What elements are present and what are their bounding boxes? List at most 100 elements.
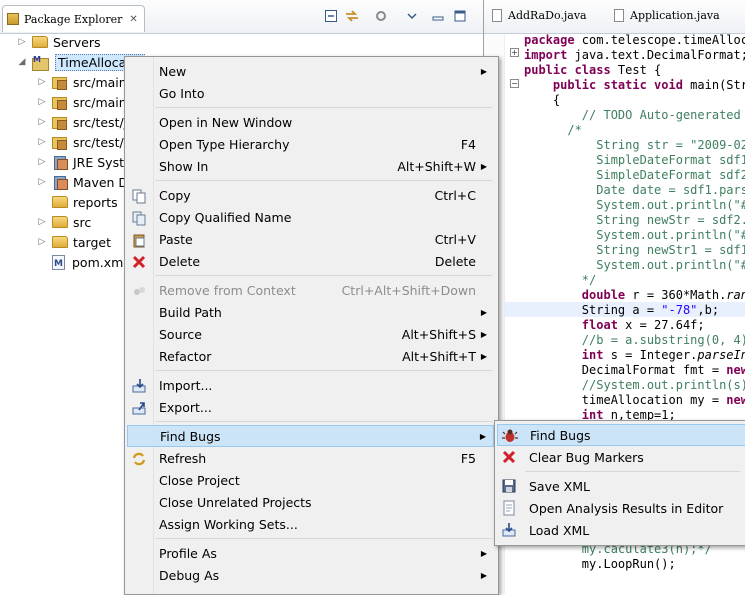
- submenu-arrow-icon: ▶: [480, 66, 487, 76]
- menu-item-label: Delete: [159, 253, 201, 269]
- menu-item-label: Copy: [159, 187, 191, 203]
- code-line: double r = 360*Math.rand: [524, 288, 745, 303]
- menu-item-copy-qualified-name[interactable]: Copy Qualified Name: [127, 206, 494, 228]
- package-explorer-tabbar: Package Explorer ✕: [0, 0, 483, 34]
- tree-item[interactable]: ▷ src/main/: [36, 72, 131, 92]
- code-line: String newStr = sdf2.f: [524, 213, 745, 228]
- submenu-item-find-bugs[interactable]: Find Bugs: [497, 424, 745, 446]
- menu-item-import[interactable]: Import...: [127, 374, 494, 396]
- collapse-all-icon[interactable]: [323, 8, 339, 24]
- code-token: String a =: [524, 303, 662, 317]
- code-line: public static void main(Stri: [524, 78, 745, 93]
- menu-item-label: Show In: [159, 158, 209, 174]
- menu-item-debug-as[interactable]: Debug As ▶: [127, 564, 494, 586]
- editor-tab-addrado[interactable]: AddRaDo.java: [492, 9, 587, 22]
- code-line: SimpleDateFormat sdf1: [524, 153, 745, 168]
- chevron-down-icon[interactable]: [404, 8, 420, 24]
- close-icon[interactable]: ✕: [129, 14, 137, 25]
- package-explorer-tab-label: Package Explorer: [24, 12, 123, 26]
- java-file-icon: [492, 9, 502, 22]
- editor-tab-application[interactable]: Application.java: [614, 9, 720, 22]
- menu-item-find-bugs[interactable]: Find Bugs ▶: [127, 425, 494, 447]
- tree-item-label: reports: [73, 194, 118, 210]
- menu-item-refresh[interactable]: Refresh F5: [127, 447, 494, 469]
- menu-item-go-into[interactable]: Go Into: [127, 82, 494, 104]
- collapse-arrow-icon[interactable]: ▷: [36, 217, 48, 227]
- menu-item-new[interactable]: New ▶: [127, 60, 494, 82]
- tree-item[interactable]: ▷ Servers: [16, 32, 101, 52]
- collapse-arrow-icon[interactable]: ▷: [36, 157, 48, 167]
- menu-item-assign-working-sets[interactable]: Assign Working Sets...: [127, 513, 494, 535]
- submenu-item-clear-bug-markers[interactable]: Clear Bug Markers: [497, 446, 745, 468]
- submenu-item-open-analysis-results-in-editor[interactable]: Open Analysis Results in Editor: [497, 497, 745, 519]
- menu-item-source[interactable]: Source Alt+Shift+S ▶: [127, 323, 494, 345]
- submenu-item-label: Clear Bug Markers: [529, 449, 644, 465]
- menu-item-shortcut: Ctrl+C: [434, 187, 476, 203]
- code-token: s = Integer.: [610, 348, 698, 362]
- tree-item[interactable]: ▷ Maven D: [36, 172, 128, 192]
- tree-item[interactable]: ▷ src/test/r: [36, 132, 129, 152]
- submenu-item-load-xml[interactable]: Load XML: [497, 519, 745, 541]
- tree-item[interactable]: ▷ target: [36, 232, 111, 252]
- tree-item-label: pom.xml: [72, 254, 127, 270]
- menu-item-close-project[interactable]: Close Project: [127, 469, 494, 491]
- collapse-arrow-icon[interactable]: ▷: [36, 237, 48, 247]
- code-token: */: [524, 273, 597, 287]
- submenu-arrow-icon: ▶: [480, 570, 487, 580]
- code-line: System.out.println("##: [524, 228, 745, 243]
- collapse-arrow-icon[interactable]: ▷: [36, 77, 48, 87]
- menu-item-copy[interactable]: Copy Ctrl+C: [127, 184, 494, 206]
- menu-item-open-type-hierarchy[interactable]: Open Type Hierarchy F4: [127, 133, 494, 155]
- code-line: {: [524, 93, 560, 108]
- code-token: java.text.DecimalFormat;: [574, 48, 745, 62]
- view-menu-icon[interactable]: [374, 8, 390, 24]
- copy-qualified-name-icon: [131, 210, 147, 226]
- collapse-arrow-icon[interactable]: ▷: [36, 117, 48, 127]
- menu-item-shortcut: Alt+Shift+S: [401, 326, 476, 342]
- menu-item-delete[interactable]: Delete Delete: [127, 250, 494, 272]
- code-token: timeAllocation my =: [524, 393, 727, 407]
- code-token: ,b;: [697, 303, 720, 317]
- menu-item-paste[interactable]: Paste Ctrl+V: [127, 228, 494, 250]
- link-with-editor-icon[interactable]: [344, 8, 360, 24]
- copy-icon: [131, 188, 147, 204]
- menu-item-remove-from-context[interactable]: Remove from Context Ctrl+Alt+Shift+Down: [127, 279, 494, 301]
- tree-item-label: Maven D: [73, 174, 129, 190]
- source-folder-icon: [52, 95, 68, 110]
- tree-item[interactable]: ▷ src: [36, 212, 92, 232]
- submenu-item-save-xml[interactable]: Save XML: [497, 475, 745, 497]
- menu-item-close-unrelated-projects[interactable]: Close Unrelated Projects: [127, 491, 494, 513]
- menu-item-open-in-new-window[interactable]: Open in New Window: [127, 111, 494, 133]
- fold-expand-icon[interactable]: +: [510, 48, 519, 57]
- minimize-icon[interactable]: [430, 8, 446, 24]
- menu-item-export[interactable]: Export...: [127, 396, 494, 418]
- expand-arrow-icon[interactable]: ◢: [16, 57, 28, 67]
- code-line: float x = 27.64f;: [524, 318, 705, 333]
- paste-icon: [131, 232, 147, 248]
- code-line: DecimalFormat fmt = new: [524, 363, 745, 378]
- code-token: public class: [524, 63, 618, 77]
- menu-item-show-in[interactable]: Show In Alt+Shift+W ▶: [127, 155, 494, 177]
- tree-item[interactable]: ▷ JRE Syste: [36, 152, 132, 172]
- collapse-arrow-icon[interactable]: ▷: [36, 97, 48, 107]
- fold-collapse-icon[interactable]: −: [510, 79, 519, 88]
- tree-item[interactable]: ▷ src/test/j: [36, 112, 127, 132]
- package-explorer-tab[interactable]: Package Explorer ✕: [2, 5, 145, 32]
- code-line: System.out.println("##: [524, 258, 745, 273]
- menu-item-build-path[interactable]: Build Path ▶: [127, 301, 494, 323]
- collapse-arrow-icon[interactable]: ▷: [16, 37, 28, 47]
- code-line: System.out.println("##: [524, 198, 745, 213]
- code-token: "-78": [661, 303, 698, 317]
- menu-item-profile-as[interactable]: Profile As ▶: [127, 542, 494, 564]
- collapse-arrow-icon[interactable]: ▷: [36, 137, 48, 147]
- library-icon: [52, 175, 68, 190]
- code-token: SimpleDateFormat sdf2: [524, 168, 745, 182]
- menu-item-refactor[interactable]: Refactor Alt+Shift+T ▶: [127, 345, 494, 367]
- maximize-icon[interactable]: [452, 8, 468, 24]
- code-line: my.LoopRun();: [524, 557, 676, 572]
- tree-item[interactable]: ▷ src/main/: [36, 92, 131, 112]
- java-file-icon: [614, 9, 624, 22]
- tree-item[interactable]: Mpom.xml: [36, 252, 127, 272]
- tree-item[interactable]: reports: [36, 192, 118, 212]
- collapse-arrow-icon[interactable]: ▷: [36, 177, 48, 187]
